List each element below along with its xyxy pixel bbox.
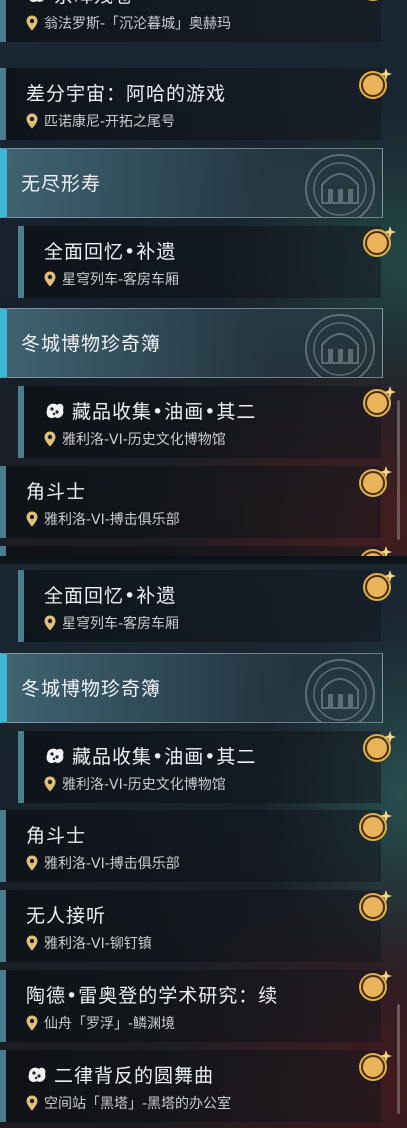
quest-item[interactable]: 角斗士 雅利洛-VI-搏击俱乐部 <box>0 810 381 882</box>
dice-icon <box>26 0 48 5</box>
quest-title: 全面回忆•补遗 <box>44 585 177 607</box>
map-pin-icon <box>26 855 38 871</box>
new-badge-icon <box>356 968 392 1004</box>
new-badge-icon <box>360 384 396 420</box>
screenshot-divider <box>0 556 407 564</box>
new-badge-icon <box>356 1048 392 1084</box>
map-pin-icon <box>44 271 56 287</box>
quest-item[interactable]: 余晖残卷 翁法罗斯-「沉沦暮城」奥赫玛 <box>0 0 381 42</box>
category-emblem-icon <box>292 149 388 217</box>
quest-item-partial[interactable] <box>0 546 381 556</box>
quest-title: 余晖残卷 <box>54 0 134 8</box>
quest-item[interactable]: 角斗士 雅利洛-VI-搏击俱乐部 <box>0 466 381 538</box>
quest-location: 雅利洛-VI-历史文化博物馆 <box>62 432 226 448</box>
new-badge-icon <box>356 544 392 556</box>
map-pin-icon <box>44 776 56 792</box>
map-pin-icon <box>44 431 56 447</box>
new-badge-icon <box>356 0 392 4</box>
category-header[interactable]: 冬城博物珍奇簿 <box>0 653 383 723</box>
map-pin-icon <box>26 113 38 129</box>
quest-item[interactable]: 藏品收集•油画•其二 雅利洛-VI-历史文化博物馆 <box>18 386 381 458</box>
dice-icon <box>26 1065 48 1085</box>
quest-title: 陶德•雷奥登的学术研究：续 <box>26 985 279 1007</box>
quest-item[interactable]: 陶德•雷奥登的学术研究：续 仙舟「罗浮」-鳞渊境 <box>0 970 381 1042</box>
quest-item[interactable]: 全面回忆•补遗 星穹列车-客房车厢 <box>18 570 381 642</box>
quest-title: 角斗士 <box>26 825 87 847</box>
new-badge-icon <box>360 224 396 260</box>
category-header[interactable]: 无尽形寿 <box>0 148 383 218</box>
dice-icon <box>44 401 66 421</box>
category-emblem-icon <box>292 309 388 377</box>
quest-location: 雅利洛-VI-铆钉镇 <box>44 936 152 952</box>
category-title: 冬城博物珍奇簿 <box>21 678 162 700</box>
quest-title: 差分宇宙：阿哈的游戏 <box>26 83 227 105</box>
quest-location: 雅利洛-VI-搏击俱乐部 <box>44 856 180 872</box>
quest-title: 藏品收集•油画•其二 <box>72 746 257 768</box>
category-emblem-icon <box>292 654 388 722</box>
quest-location: 仙舟「罗浮」-鳞渊境 <box>44 1016 176 1032</box>
quest-item[interactable]: 无人接听 雅利洛-VI-铆钉镇 <box>0 890 381 962</box>
quest-item[interactable]: 二律背反的圆舞曲 空间站「黑塔」-黑塔的办公室 <box>0 1050 381 1122</box>
map-pin-icon <box>44 615 56 631</box>
quest-item[interactable]: 藏品收集•油画•其二 雅利洛-VI-历史文化博物馆 <box>18 731 381 803</box>
map-pin-icon <box>26 511 38 527</box>
scrollbar[interactable] <box>397 1004 400 1114</box>
quest-location: 雅利洛-VI-搏击俱乐部 <box>44 512 180 528</box>
category-header[interactable]: 冬城博物珍奇簿 <box>0 308 383 378</box>
quest-item[interactable]: 全面回忆•补遗 星穹列车-客房车厢 <box>18 226 381 298</box>
quest-title: 角斗士 <box>26 481 87 503</box>
quest-location: 空间站「黑塔」-黑塔的办公室 <box>44 1096 232 1112</box>
scrollbar[interactable] <box>397 400 400 540</box>
quest-list-panel-top: 余晖残卷 翁法罗斯-「沉沦暮城」奥赫玛 差分宇宙：阿哈的游戏 匹诺康尼-开拓之尾… <box>0 0 407 556</box>
quest-title: 二律背反的圆舞曲 <box>54 1065 215 1087</box>
new-badge-icon <box>356 464 392 500</box>
new-badge-icon <box>356 888 392 924</box>
category-title: 冬城博物珍奇簿 <box>21 333 162 355</box>
quest-title: 无人接听 <box>26 905 107 927</box>
quest-location: 匹诺康尼-开拓之尾号 <box>44 114 176 130</box>
quest-list-panel-bottom: 全面回忆•补遗 星穹列车-客房车厢 冬城博物珍奇簿 藏品收集•油画•其二 雅利洛… <box>0 564 407 1128</box>
dice-icon <box>44 746 66 766</box>
new-badge-icon <box>356 808 392 844</box>
new-badge-icon <box>360 568 396 604</box>
quest-location: 翁法罗斯-「沉沦暮城」奥赫玛 <box>44 16 232 32</box>
map-pin-icon <box>26 15 38 31</box>
new-badge-icon <box>360 729 396 765</box>
map-pin-icon <box>26 935 38 951</box>
map-pin-icon <box>26 1015 38 1031</box>
new-badge-icon <box>356 66 392 102</box>
map-pin-icon <box>26 1095 38 1111</box>
quest-location: 星穹列车-客房车厢 <box>62 616 180 632</box>
quest-title: 全面回忆•补遗 <box>44 241 177 263</box>
quest-title: 藏品收集•油画•其二 <box>72 401 257 423</box>
quest-location: 雅利洛-VI-历史文化博物馆 <box>62 777 226 793</box>
quest-location: 星穹列车-客房车厢 <box>62 272 180 288</box>
category-title: 无尽形寿 <box>21 173 102 195</box>
quest-item[interactable]: 差分宇宙：阿哈的游戏 匹诺康尼-开拓之尾号 <box>0 68 381 140</box>
